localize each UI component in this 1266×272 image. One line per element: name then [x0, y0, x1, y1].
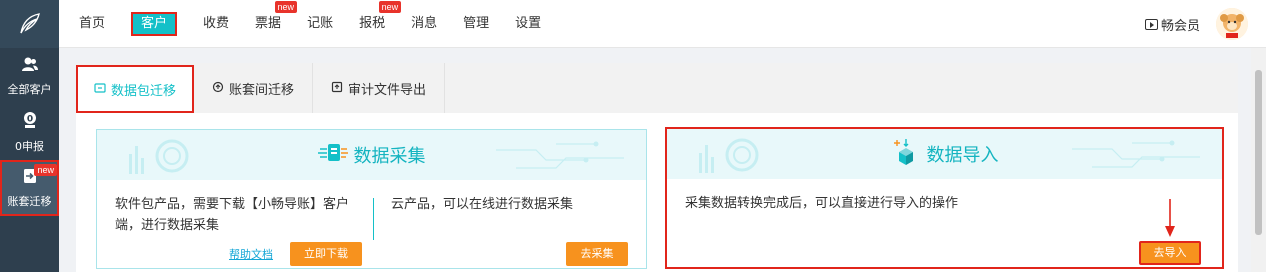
- main-content: 数据包迁移 账套间迁移 审计文件导出 数据采集 软件包产品，需要下载【小畅导账】…: [59, 48, 1251, 272]
- nav-item-label: 收费: [203, 16, 230, 31]
- data-collection-card: 数据采集 软件包产品，需要下载【小畅导账】客户端，进行数据采集 云产品，可以在线…: [96, 129, 647, 269]
- sidebar-item-label: 0申报: [15, 139, 44, 153]
- tab-audit-export[interactable]: 审计文件导出: [313, 63, 446, 113]
- nav-item-label: 客户: [141, 16, 168, 31]
- new-badge: new: [274, 1, 298, 13]
- card-body: 采集数据转换完成后，可以直接进行导入的操作 去导入: [667, 179, 1222, 268]
- data-collect-icon: [317, 140, 348, 171]
- data-import-card: 数据导入 采集数据转换完成后，可以直接进行导入的操作 去导入: [665, 127, 1224, 269]
- package-icon: [94, 82, 106, 97]
- nav-item-label: 报税: [359, 16, 386, 31]
- card-title-text: 数据导入: [926, 145, 999, 166]
- nav-item-messages[interactable]: 消息: [411, 12, 437, 36]
- nav-item-label: 首页: [79, 16, 106, 31]
- card-title: 数据导入: [891, 138, 999, 171]
- chart-deco-icon: [129, 139, 189, 174]
- play-icon: [1144, 19, 1158, 30]
- nav-item-customers[interactable]: 客户: [131, 12, 178, 36]
- nav-item-settings[interactable]: 设置: [515, 12, 541, 36]
- sidebar: 全部客户 0 0申报 new 账套迁移: [0, 0, 59, 272]
- zero-declare-icon: 0: [22, 111, 38, 133]
- users-icon: [21, 56, 39, 76]
- avatar[interactable]: [1216, 8, 1248, 40]
- download-now-button[interactable]: 立即下载: [290, 242, 362, 266]
- card-header: 数据导入: [667, 129, 1222, 179]
- divider: [373, 198, 374, 240]
- go-collect-button[interactable]: 去采集: [566, 242, 628, 266]
- tab-label: 数据包迁移: [111, 83, 177, 99]
- tab-data-package-migration[interactable]: 数据包迁移: [76, 65, 195, 113]
- new-badge: new: [378, 1, 402, 13]
- tab-label: 审计文件导出: [348, 82, 427, 98]
- nav-item-bookkeeping[interactable]: 记账: [307, 12, 333, 36]
- nav-item-label: 设置: [515, 16, 542, 31]
- tab-bar: 数据包迁移 账套间迁移 审计文件导出: [76, 63, 1238, 113]
- migration-panel: 数据包迁移 账套间迁移 审计文件导出 数据采集 软件包产品，需要下载【小畅导账】…: [76, 63, 1238, 272]
- card-body: 软件包产品，需要下载【小畅导账】客户端，进行数据采集 云产品，可以在线进行数据采…: [97, 180, 646, 269]
- help-doc-link[interactable]: 帮助文档: [229, 246, 273, 262]
- top-nav-bar: 首页 客户 收费 票据 new 记账 报税 new 消息 管理 设置 畅会员: [59, 0, 1266, 48]
- circuit-deco-icon: [1072, 140, 1200, 168]
- sidebar-item-label: 账套迁移: [7, 194, 52, 208]
- vip-label: 畅会员: [1160, 19, 1200, 34]
- sidebar-item-migration[interactable]: new 账套迁移: [0, 160, 59, 216]
- software-package-text: 软件包产品，需要下载【小畅导账】客户端，进行数据采集: [115, 197, 350, 233]
- nav-item-label: 票据: [255, 16, 282, 31]
- tab-label: 账套间迁移: [229, 82, 295, 98]
- nav-item-manage[interactable]: 管理: [463, 12, 489, 36]
- import-description-text: 采集数据转换完成后，可以直接进行导入的操作: [685, 196, 959, 211]
- scrollbar-thumb[interactable]: [1255, 70, 1262, 235]
- sidebar-item-label: 全部客户: [7, 82, 52, 96]
- sidebar-item-zero-declare[interactable]: 0 0申报: [0, 104, 59, 160]
- circuit-deco-icon: [496, 141, 624, 169]
- app-logo[interactable]: [0, 0, 59, 48]
- nav-item-fees[interactable]: 收费: [203, 12, 229, 36]
- main-nav: 首页 客户 收费 票据 new 记账 报税 new 消息 管理 设置: [59, 0, 567, 48]
- nav-item-bills[interactable]: 票据 new: [255, 1, 298, 36]
- page-scrollbar[interactable]: [1251, 48, 1266, 272]
- nav-item-home[interactable]: 首页: [79, 12, 105, 36]
- vip-link[interactable]: 畅会员: [1144, 15, 1200, 34]
- cloud-product-text: 云产品，可以在线进行数据采集: [391, 197, 574, 212]
- export-icon: [331, 81, 343, 96]
- tab-ledger-migration[interactable]: 账套间迁移: [194, 63, 314, 113]
- arrow-down-icon: [1165, 199, 1175, 237]
- sync-icon: [212, 81, 224, 96]
- chart-deco-icon: [699, 138, 759, 173]
- data-import-icon: [891, 138, 921, 171]
- nav-item-label: 管理: [463, 16, 490, 31]
- go-import-button[interactable]: 去导入: [1139, 241, 1201, 265]
- card-title-text: 数据采集: [353, 146, 426, 167]
- sidebar-item-all-customers[interactable]: 全部客户: [0, 48, 59, 104]
- card-header: 数据采集: [97, 130, 646, 180]
- new-badge: new: [34, 164, 57, 176]
- nav-item-tax[interactable]: 报税 new: [359, 1, 402, 36]
- card-title: 数据采集: [317, 140, 426, 171]
- nav-item-label: 消息: [411, 16, 438, 31]
- nav-item-label: 记账: [307, 16, 334, 31]
- svg-text:0: 0: [26, 114, 32, 124]
- feather-logo-icon: [19, 13, 40, 34]
